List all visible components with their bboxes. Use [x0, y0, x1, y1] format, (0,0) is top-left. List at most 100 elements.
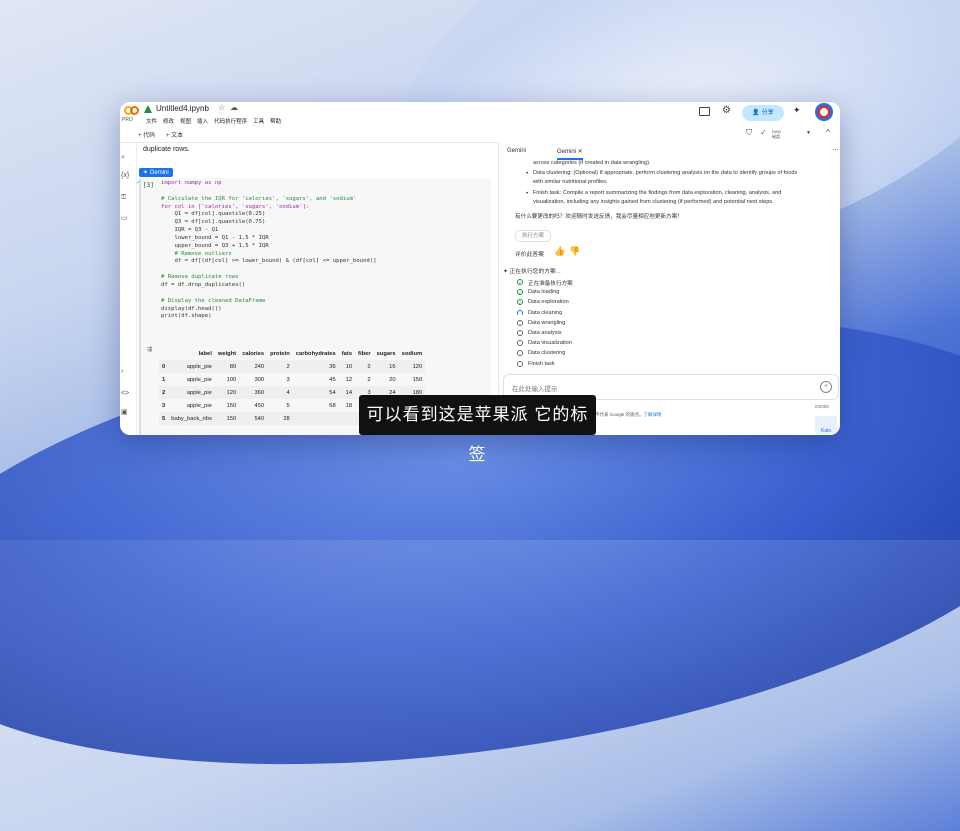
table-row: 0 apple_pie 80 240 2 36 10 2 16 120 — [159, 360, 426, 373]
more-icon[interactable]: ⋯ — [832, 146, 839, 154]
notebook-title[interactable]: Untitled4.ipynb — [156, 104, 209, 113]
execute-plan-button[interactable]: 执行方案 — [515, 230, 551, 242]
gemini-spark-icon[interactable]: ✦ — [793, 105, 801, 116]
star-icon[interactable]: ☆ — [218, 103, 225, 112]
gear-icon[interactable]: ⚙ — [722, 105, 731, 116]
chevron-up-icon[interactable]: ^ — [826, 128, 830, 137]
menu-edit[interactable]: 修改 — [163, 117, 174, 125]
output-icon[interactable]: ⇶ — [147, 346, 152, 353]
toolbar: + 代码 + 文本 ⛉ ✓ RAM 磁盘 ▼ ^ — [120, 128, 840, 143]
table-cell: 150 — [226, 402, 237, 409]
disk-label: 磁盘 — [772, 134, 780, 139]
plan-heading: ✦ 正在执行您的方案... — [503, 266, 561, 275]
table-cell: 68 — [329, 402, 336, 409]
rate-label: 评价此答案 — [515, 252, 544, 258]
disclaimer: 不代表 Google 的观点。了解详情 — [595, 412, 662, 418]
table-cell: 28 — [267, 412, 293, 425]
resource-indicator[interactable]: RAM 磁盘 — [772, 129, 781, 139]
share-button[interactable]: 👤 分享 — [742, 105, 784, 121]
plan-step-label: Data clustering — [528, 350, 566, 357]
table-cell — [292, 412, 339, 425]
add-code-button[interactable]: + 代码 — [138, 130, 155, 139]
video-subtitle: 可以看到这是苹果派 它的标签 — [359, 395, 596, 464]
code-line: Q1 = df[col].quantile(0.25) — [161, 211, 266, 218]
plan-step-label: Finish task — [528, 360, 555, 367]
table-cell: apple_pie — [186, 376, 212, 383]
thumb-down-icon[interactable]: 👎 — [569, 246, 580, 257]
menu-file[interactable]: 文件 — [146, 117, 157, 125]
shield-icon[interactable]: ⛉ — [746, 128, 752, 138]
table-cell: 100 — [226, 376, 237, 383]
share-label: 分享 — [761, 110, 774, 116]
chevron-down-icon[interactable]: ▼ — [806, 130, 811, 136]
table-cell — [338, 412, 356, 425]
column-header — [159, 348, 168, 360]
gemini-panel: Gemini Gemini ✕ ⋯ across categories (if … — [498, 142, 840, 435]
code-line: df = df.drop_duplicates() — [161, 281, 246, 288]
plan-step-label: Data cleaning — [528, 309, 563, 316]
variables-icon[interactable]: {x} — [121, 172, 129, 179]
code-snippets-icon[interactable]: <> — [121, 390, 129, 397]
plan-step-label: Data visualization — [528, 340, 572, 347]
send-icon[interactable]: + — [820, 381, 832, 393]
pro-badge: PRO — [122, 117, 133, 123]
menu-help[interactable]: 帮助 — [270, 117, 281, 125]
tab-gemini-home[interactable]: Gemini — [507, 148, 526, 154]
pending-icon — [517, 319, 523, 326]
key-icon[interactable]: ⚿ — [121, 194, 126, 202]
table-cell: 18 — [345, 402, 353, 409]
row-index: 5 — [159, 412, 169, 425]
table-cell: apple_pie — [168, 386, 215, 399]
learn-more-link[interactable]: 了解详情 — [644, 412, 662, 417]
cell-success-icon: ✓ — [137, 180, 141, 186]
disclaimer-text: 不代表 Google 的观点。 — [595, 412, 644, 417]
table-cell: 10 — [338, 360, 356, 373]
folder-icon[interactable]: ▭ — [121, 214, 128, 222]
table-cell: 36 — [292, 360, 339, 373]
column-header: protein — [270, 351, 290, 357]
terminal-icon[interactable]: ▣ — [121, 408, 128, 416]
search-icon[interactable]: ⌕ — [121, 154, 125, 162]
plan-step-label: 正在准备执行方案 — [528, 281, 573, 287]
table-cell: 5 — [286, 402, 290, 409]
code-editor[interactable]: import numpy as np # Calculate the IQR f… — [161, 180, 377, 321]
comment-icon[interactable] — [699, 107, 710, 116]
table-cell: 14 — [338, 386, 356, 399]
gemini-chip[interactable]: ✦ Gemini — [139, 168, 173, 177]
chevron-right-icon[interactable]: › — [121, 368, 123, 375]
menu-tools[interactable]: 工具 — [253, 117, 264, 125]
colab-window: PRO Untitled4.ipynb ☆ ☁ 文件 修改 视图 插入 代码执行… — [120, 102, 840, 435]
close-icon[interactable]: ✕ — [578, 149, 583, 155]
top-bar: PRO Untitled4.ipynb ☆ ☁ 文件 修改 视图 插入 代码执行… — [120, 102, 840, 128]
response-text: 有什么要更改的吗？欢迎随时发送反馈，我会尽量相应地更新方案！ — [515, 214, 683, 220]
left-rail: ⌕ {x} ⚿ ▭ › <> ▣ — [120, 142, 137, 435]
pending-icon — [517, 360, 523, 367]
char-counter: 0/2000 — [815, 404, 829, 409]
add-text-button[interactable]: + 文本 — [166, 130, 183, 139]
plan-step-label: Data exploration — [528, 299, 569, 306]
thumb-up-icon[interactable]: 👍 — [554, 246, 565, 257]
avatar[interactable] — [815, 103, 833, 121]
row-index: 1 — [162, 376, 166, 383]
tab-gemini-active[interactable]: Gemini ✕ — [557, 148, 583, 160]
table-cell: 2 — [267, 360, 293, 373]
table-cell: 150 — [412, 376, 423, 383]
response-text: visualization, including any insights ga… — [533, 199, 774, 205]
cloud-icon[interactable]: ☁ — [230, 103, 238, 112]
tab-label: Gemini — [557, 149, 577, 155]
people-icon: 👤 — [752, 110, 762, 116]
table-cell: 80 — [214, 360, 240, 373]
pending-icon — [517, 330, 523, 336]
row-index: 2 — [159, 386, 169, 399]
check-circle-icon: ✓ — [517, 299, 523, 306]
column-header: weight — [217, 351, 237, 357]
menu-runtime[interactable]: 代码执行程序 — [214, 117, 247, 125]
table-cell: 300 — [254, 376, 265, 383]
menu-insert[interactable]: 插入 — [197, 117, 208, 125]
code-line: for col in ['calories', 'sugars', 'sodiu… — [161, 203, 310, 210]
table-cell: 150 — [214, 412, 240, 425]
column-header: label — [198, 351, 212, 357]
response-text: with similar nutritional profiles. — [533, 179, 608, 185]
menu-view[interactable]: 视图 — [180, 117, 191, 125]
gemini-tabs: Gemini Gemini ✕ ⋯ — [499, 142, 840, 160]
